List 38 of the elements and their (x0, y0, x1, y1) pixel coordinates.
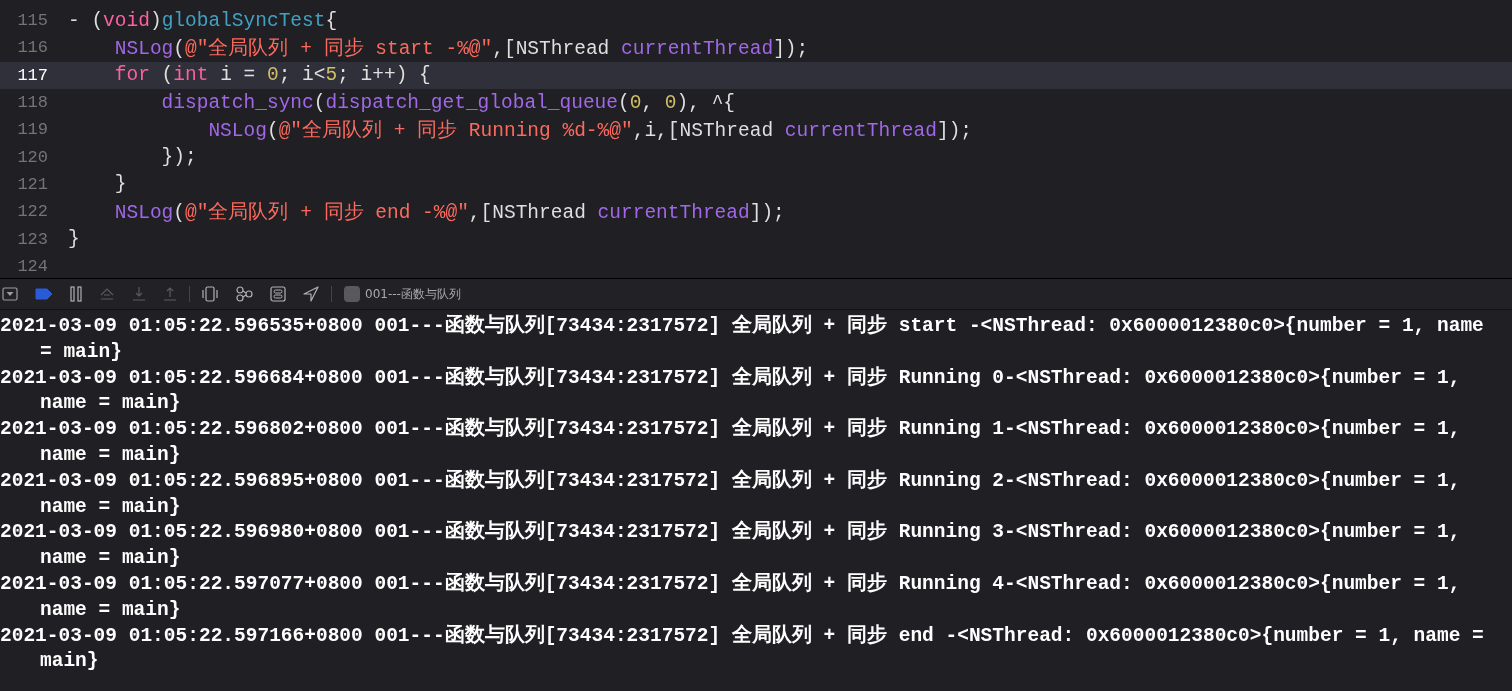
log-entry: 2021-03-09 01:05:22.596895+0800 001---函数与队列[73434:2317572] 全局队列 + 同步 Running 2-<NSThread: 0x6000012380c0>{number = 1, name = main} (0, 468, 1462, 520)
location-arrow-icon[interactable] (303, 286, 319, 302)
code-line: }); (160, 146, 197, 169)
step-out-icon[interactable] (163, 286, 177, 302)
memory-graph-icon[interactable] (235, 286, 253, 302)
log-entry: 2021-03-09 01:05:22.597077+0800 001---函数与队列[73434:2317572] 全局队列 + 同步 Running 4-<NSThread: 0x6000012380c0>{number = 1, name = main} (0, 571, 1462, 623)
code-line: NSLog(@"全局队列 + 同步 end -%@",[NSThread currentThread]); (113, 200, 785, 226)
line-number: 116 (16, 38, 49, 58)
breakpoint-icon[interactable] (35, 288, 53, 300)
environment-overrides-icon[interactable] (270, 286, 286, 302)
pause-icon[interactable] (70, 286, 82, 302)
line-number: 120 (16, 147, 49, 167)
step-over-icon[interactable] (99, 287, 115, 301)
hide-console-icon[interactable] (2, 287, 18, 301)
log-entry: 2021-03-09 01:05:22.596535+0800 001---函数与队列[73434:2317572] 全局队列 + 同步 start -<NSThread: 0x6000012380c0>{number = 1, name = main} (0, 314, 1485, 365)
line-number: 124 (16, 256, 49, 276)
log-entry: 2021-03-09 01:05:22.596980+0800 001---函数与队列[73434:2317572] 全局队列 + 同步 Running 3-<NSThread: 0x6000012380c0>{number = 1, name = main} (0, 520, 1462, 572)
app-icon (344, 286, 360, 302)
log-entry: 2021-03-09 01:05:22.596684+0800 001---函数与队列[73434:2317572] 全局队列 + 同步 Running 0-<NSThread: 0x6000012380c0>{number = 1, name = main} (0, 365, 1462, 417)
code-line: - (void)globalSyncTest{ (68, 9, 338, 32)
line-number: 123 (16, 229, 49, 249)
line-number: 119 (16, 120, 49, 140)
log-entry: 2021-03-09 01:05:22.597166+0800 001---函数与队列[73434:2317572] 全局队列 + 同步 end -<NSThread: 0x6000012380c0>{number = 1, name = main} (0, 623, 1485, 675)
code-line: dispatch_sync(dispatch_get_global_queue(0, 0), ^{ (160, 91, 736, 114)
view-hierarchy-icon[interactable] (202, 286, 218, 302)
code-line: } (68, 228, 80, 250)
code-line: for (int i = 0; i<5; i++) { (113, 64, 431, 87)
line-number: 121 (16, 174, 49, 194)
code-line: NSLog(@"全局队列 + 同步 start -%@",[NSThread currentThread]); (113, 36, 809, 62)
line-number: 115 (16, 11, 49, 31)
debug-target-label[interactable]: 001---函数与队列 (365, 285, 461, 303)
code-line: } (113, 173, 127, 196)
line-number: 118 (16, 93, 49, 113)
line-number: 122 (16, 202, 49, 222)
line-number: 117 (16, 65, 49, 85)
step-into-icon[interactable] (132, 286, 146, 302)
log-entry: 2021-03-09 01:05:22.596802+0800 001---函数与队列[73434:2317572] 全局队列 + 同步 Running 1-<NSThread: 0x6000012380c0>{number = 1, name = main} (0, 417, 1462, 468)
code-line: NSLog(@"全局队列 + 同步 Running %d-%@",i,[NSThread currentThread]); (207, 118, 973, 144)
